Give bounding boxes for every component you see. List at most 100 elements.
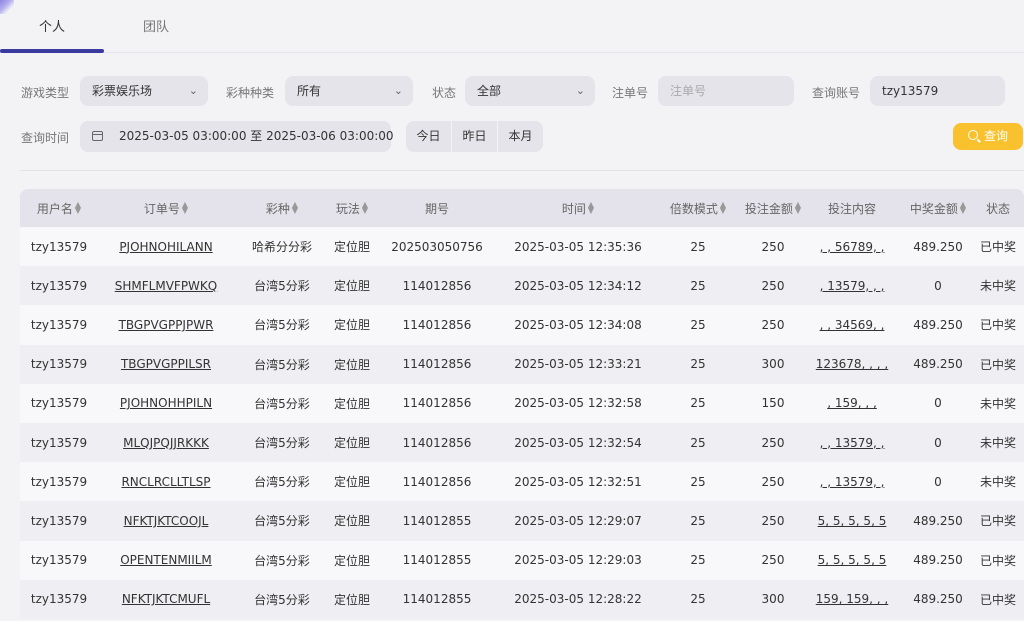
win-amount-text: 489.250 xyxy=(913,357,963,372)
bet-amount-text: 250 xyxy=(761,239,785,254)
time-text: 2025-03-05 12:32:58 xyxy=(514,396,642,411)
cell-lottery: 台湾5分彩 xyxy=(234,462,330,501)
account-input[interactable]: tzy13579 xyxy=(870,76,1005,106)
cell-multiplier: 25 xyxy=(656,423,740,462)
query-button[interactable]: 查询 xyxy=(953,123,1023,150)
today-button[interactable]: 今日 xyxy=(406,121,452,152)
cell-play: 定位胆 xyxy=(330,227,374,266)
column-header-bet-amount[interactable]: 投注金额 ▲ ▼ xyxy=(740,189,806,227)
cell-order-no: RNCLRCLLTLSP xyxy=(98,462,234,501)
table-row: tzy13579 NFKTJKTCOOJL 台湾5分彩 定位胆 114012855 202… xyxy=(20,501,1024,541)
date-range-picker[interactable]: 2025-03-05 03:00:00 至 2025-03-06 03:00:0… xyxy=(80,121,394,152)
username-text: tzy13579 xyxy=(30,592,88,607)
order-no-link[interactable]: PJOHNOHHPILN xyxy=(120,396,212,410)
cell-win-amount: 0 xyxy=(898,423,978,462)
bet-content-link[interactable]: 5, 5, 5, 5, 5 xyxy=(818,553,887,567)
column-header-time[interactable]: 时间 ▲ ▼ xyxy=(500,189,656,227)
order-no-link[interactable]: OPENTENMIILM xyxy=(120,553,212,567)
time-text: 2025-03-05 12:29:07 xyxy=(514,513,642,528)
cell-bet-content: , 159, , , xyxy=(806,384,898,423)
order-no-link[interactable]: RNCLRCLLTLSP xyxy=(121,475,210,489)
bet-content-link[interactable]: , , 13579, , xyxy=(820,475,885,489)
username-text: tzy13579 xyxy=(30,357,88,372)
lottery-text: 台湾5分彩 xyxy=(254,514,310,529)
game-type-select[interactable]: 彩票娱乐场 ⌄ xyxy=(80,76,208,106)
bet-amount-text: 250 xyxy=(761,317,785,332)
bet-amount-text: 250 xyxy=(761,553,785,568)
chevron-down-icon: ⌄ xyxy=(393,84,403,97)
order-no-link[interactable]: SHMFLMVFPWKQ xyxy=(115,279,217,293)
column-header-multiplier[interactable]: 倍数模式 ▲ ▼ xyxy=(656,189,740,227)
multiplier-text: 25 xyxy=(690,592,706,607)
order-no-link[interactable]: NFKTJKTCMUFL xyxy=(122,592,210,606)
issue-text: 114012856 xyxy=(402,357,472,372)
order-no-input[interactable]: 注单号 xyxy=(658,76,794,106)
column-header-win-amount[interactable]: 中奖金额 ▲ ▼ xyxy=(898,189,978,227)
cell-issue: 114012856 xyxy=(374,462,500,501)
account-label: 查询账号 xyxy=(812,86,861,100)
cell-time: 2025-03-05 12:32:51 xyxy=(500,462,656,501)
table-row: tzy13579 SHMFLMVFPWKQ 台湾5分彩 定位胆 114012856 202… xyxy=(20,266,1024,306)
order-no-link[interactable]: PJOHNOHILANN xyxy=(119,240,212,254)
cell-order-no: PJOHNOHHPILN xyxy=(98,384,234,423)
cell-bet-amount: 250 xyxy=(740,541,806,580)
bet-content-link[interactable]: 5, 5, 5, 5, 5 xyxy=(818,514,887,528)
cell-bet-amount: 250 xyxy=(740,266,806,305)
bet-content-link[interactable]: 159, 159, , , xyxy=(816,592,889,606)
status-select[interactable]: 全部 ⌄ xyxy=(465,76,595,106)
cell-order-no: NFKTJKTCOOJL xyxy=(98,501,234,540)
issue-text: 114012856 xyxy=(402,435,472,450)
column-header-order-no[interactable]: 订单号 ▲ ▼ xyxy=(98,189,234,227)
yesterday-button[interactable]: 昨日 xyxy=(452,121,498,152)
bet-content-link[interactable]: 123678, , , , xyxy=(816,357,889,371)
issue-text: 114012855 xyxy=(402,592,472,607)
cell-multiplier: 25 xyxy=(656,305,740,344)
order-no-link[interactable]: TBGPVGPPJPWR xyxy=(119,318,214,332)
time-text: 2025-03-05 12:33:21 xyxy=(514,357,642,372)
bet-content-link[interactable]: , 159, , , xyxy=(827,396,877,410)
cell-play: 定位胆 xyxy=(330,423,374,462)
lottery-text: 台湾5分彩 xyxy=(254,279,310,294)
win-amount-text: 489.250 xyxy=(913,553,963,568)
cell-play: 定位胆 xyxy=(330,266,374,305)
bet-content-link[interactable]: , , 56789, , xyxy=(820,240,885,254)
cell-issue: 202503050756 xyxy=(374,227,500,266)
username-text: tzy13579 xyxy=(30,317,88,332)
cell-time: 2025-03-05 12:29:03 xyxy=(500,541,656,580)
lottery-type-select[interactable]: 所有 ⌄ xyxy=(285,76,413,106)
cell-issue: 114012856 xyxy=(374,384,500,423)
sort-icon: ▲ ▼ xyxy=(794,200,802,215)
cell-lottery: 台湾5分彩 xyxy=(234,305,330,344)
cell-bet-content: , , 34569, , xyxy=(806,305,898,344)
sort-icon: ▲ ▼ xyxy=(719,200,727,215)
active-tab-indicator xyxy=(0,49,104,53)
cell-bet-content: , , 13579, , xyxy=(806,423,898,462)
play-text: 定位胆 xyxy=(333,436,370,451)
column-header-username[interactable]: 用户名 ▲ ▼ xyxy=(20,189,98,227)
cell-multiplier: 25 xyxy=(656,266,740,305)
time-label: 查询时间 xyxy=(21,131,70,145)
column-header-bet-content: 投注内容 xyxy=(827,201,876,216)
tab-personal[interactable]: 个人 xyxy=(0,16,104,35)
bet-content-link[interactable]: , , 34569, , xyxy=(820,318,885,332)
cell-username: tzy13579 xyxy=(20,580,98,619)
chevron-down-icon: ⌄ xyxy=(575,84,585,97)
order-no-link[interactable]: NFKTJKTCOOJL xyxy=(124,514,209,528)
cell-bet-amount: 250 xyxy=(740,305,806,344)
column-header-lottery[interactable]: 彩种 ▲ ▼ xyxy=(234,189,330,227)
bet-content-link[interactable]: , 13579, , , xyxy=(820,279,885,293)
cell-status: 未中奖 xyxy=(978,423,1018,462)
order-no-link[interactable]: TBGPVGPPILSR xyxy=(121,357,211,371)
status-text: 未中奖 xyxy=(979,396,1016,411)
search-icon xyxy=(967,130,978,140)
tab-team[interactable]: 团队 xyxy=(104,16,208,35)
play-text: 定位胆 xyxy=(333,514,370,529)
cell-bet-amount: 250 xyxy=(740,462,806,501)
column-header-play[interactable]: 玩法 ▲ ▼ xyxy=(330,189,374,227)
bet-content-link[interactable]: , , 13579, , xyxy=(820,436,885,450)
order-no-link[interactable]: MLQJPQJJRKKK xyxy=(123,436,209,450)
username-text: tzy13579 xyxy=(30,239,88,254)
this-month-button[interactable]: 本月 xyxy=(498,121,543,152)
cell-bet-content: 159, 159, , , xyxy=(806,580,898,619)
cell-win-amount: 489.250 xyxy=(898,227,978,266)
